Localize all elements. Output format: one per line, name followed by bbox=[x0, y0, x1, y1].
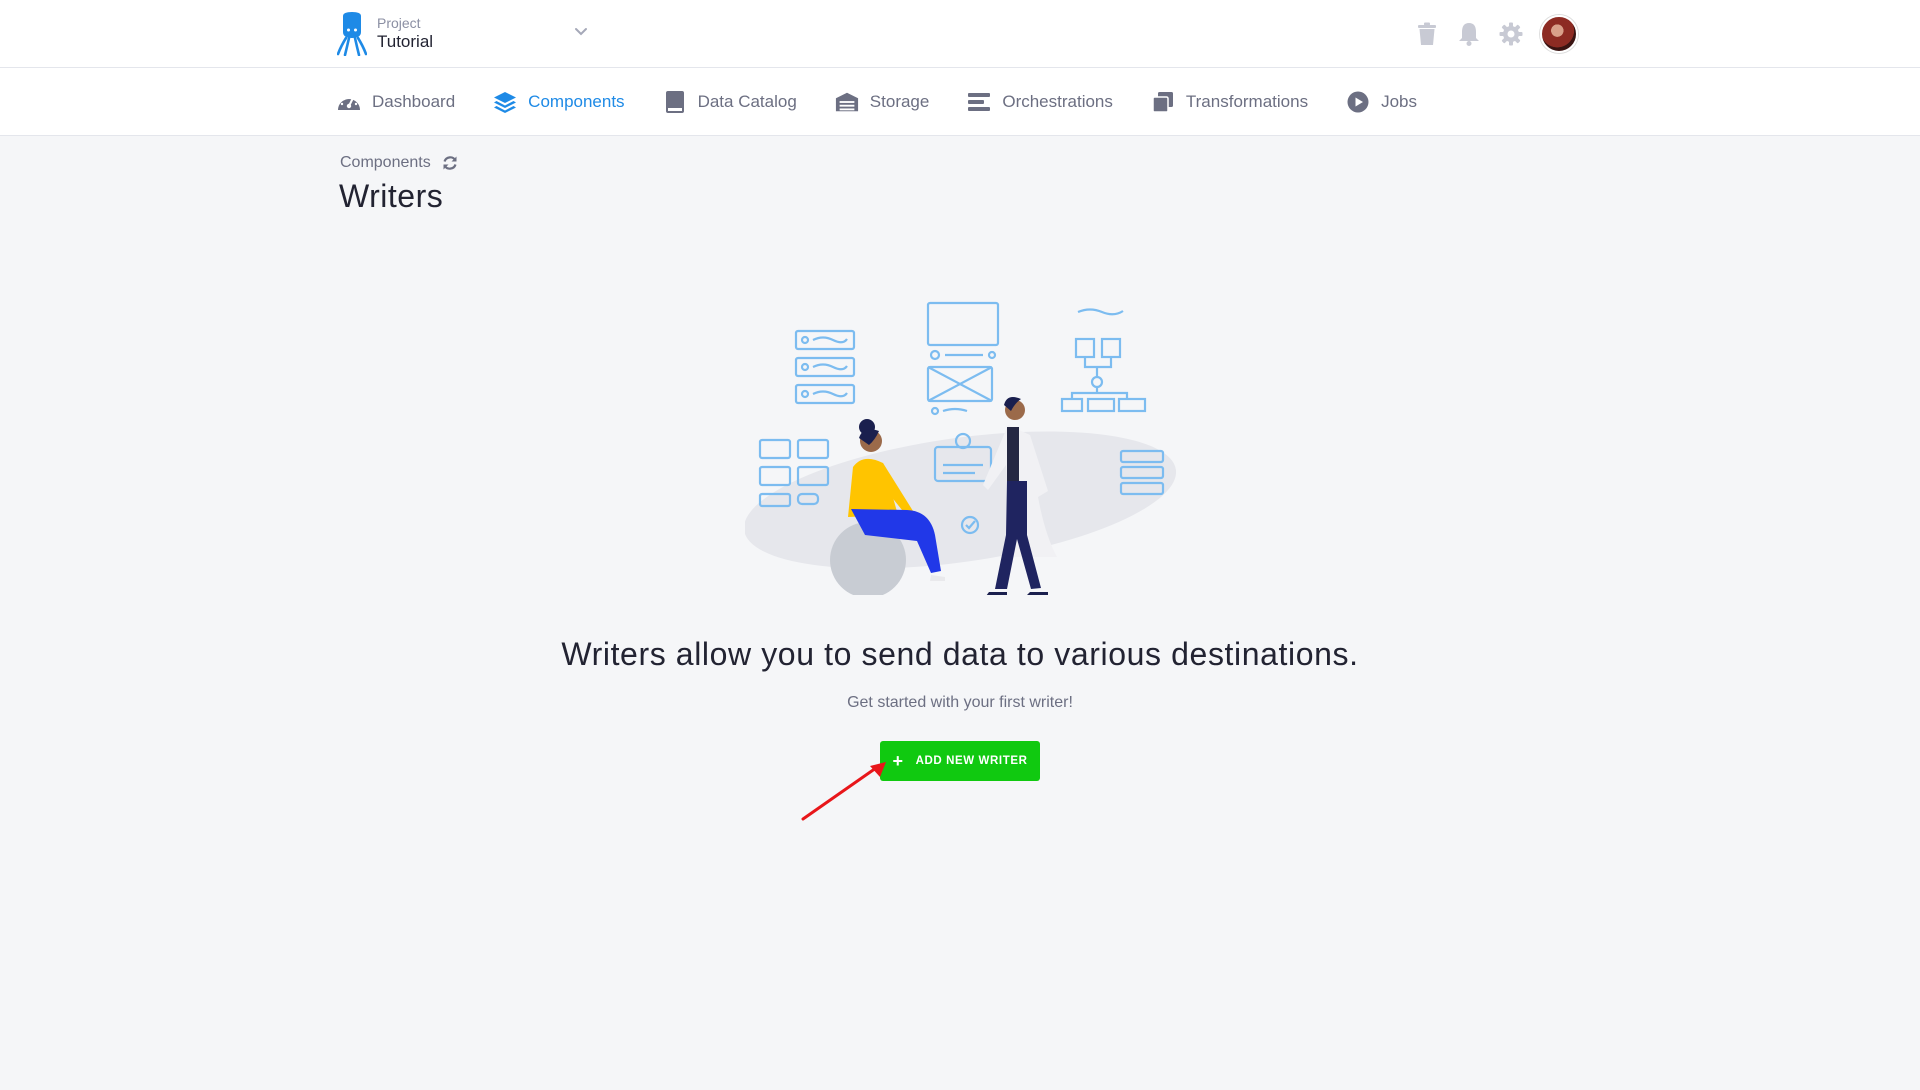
gear-icon[interactable] bbox=[1498, 21, 1524, 47]
trash-icon[interactable] bbox=[1414, 21, 1440, 47]
copy-icon bbox=[1151, 90, 1175, 114]
project-selector[interactable]: Project Tutorial bbox=[337, 12, 433, 56]
breadcrumb-components[interactable]: Components bbox=[340, 154, 431, 172]
nav-item-storage[interactable]: Storage bbox=[835, 68, 930, 136]
nav-item-components[interactable]: Components bbox=[493, 68, 625, 136]
nav-label: Dashboard bbox=[372, 92, 456, 111]
nav-label: Components bbox=[528, 92, 625, 111]
empty-state-subtitle: Get started with your first writer! bbox=[847, 694, 1073, 711]
breadcrumb: Components bbox=[340, 154, 459, 172]
annotation-arrow-icon bbox=[801, 762, 886, 821]
plus-icon: + bbox=[892, 751, 904, 771]
nav-label: Jobs bbox=[1381, 92, 1417, 111]
header-actions bbox=[1414, 14, 1578, 54]
empty-state-title: Writers allow you to send data to variou… bbox=[561, 636, 1359, 672]
page-title: Writers bbox=[339, 178, 444, 214]
play-circle-icon bbox=[1346, 90, 1370, 114]
refresh-icon[interactable] bbox=[441, 154, 459, 172]
project-name: Tutorial bbox=[377, 32, 434, 51]
bell-icon[interactable] bbox=[1456, 21, 1482, 47]
warehouse-icon bbox=[835, 90, 859, 114]
avatar[interactable] bbox=[1540, 15, 1578, 53]
add-new-writer-label: ADD NEW WRITER bbox=[915, 755, 1028, 767]
layers-icon bbox=[493, 90, 517, 114]
book-icon bbox=[663, 90, 687, 114]
chevron-down-icon[interactable] bbox=[572, 22, 590, 40]
nav-item-dashboard[interactable]: Dashboard bbox=[337, 68, 455, 136]
list-icon bbox=[967, 90, 991, 114]
writers-illustration bbox=[745, 301, 1177, 595]
project-label: Project bbox=[377, 15, 421, 31]
nav-label: Orchestrations bbox=[1002, 92, 1113, 111]
gauge-icon bbox=[337, 90, 361, 114]
nav-item-orchestrations[interactable]: Orchestrations bbox=[967, 68, 1113, 136]
nav-label: Data Catalog bbox=[697, 92, 797, 111]
nav-item-jobs[interactable]: Jobs bbox=[1346, 68, 1417, 136]
keboola-logo-icon bbox=[337, 12, 367, 56]
main-nav: Dashboard Components Data Catalog Storag… bbox=[0, 68, 1920, 136]
nav-label: Storage bbox=[869, 92, 930, 111]
nav-label: Transformations bbox=[1185, 92, 1309, 111]
top-header: Project Tutorial bbox=[0, 0, 1920, 68]
nav-item-data-catalog[interactable]: Data Catalog bbox=[663, 68, 797, 136]
nav-item-transformations[interactable]: Transformations bbox=[1151, 68, 1308, 136]
add-new-writer-button[interactable]: + ADD NEW WRITER bbox=[880, 741, 1040, 781]
